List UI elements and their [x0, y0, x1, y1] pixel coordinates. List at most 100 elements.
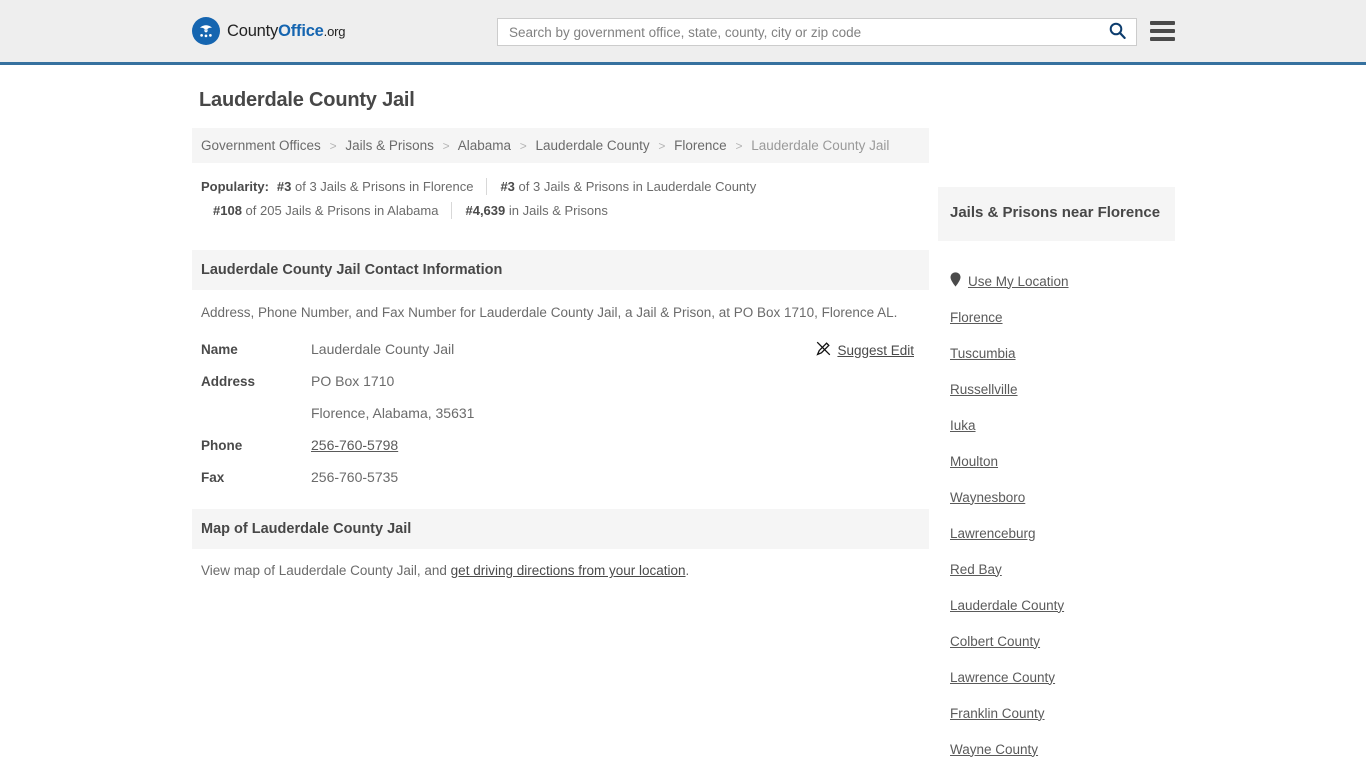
search-icon [1109, 22, 1126, 42]
search-bar [497, 18, 1137, 46]
sidebar-item-lawrence-county[interactable]: Lawrence County [950, 659, 1163, 695]
breadcrumb-separator-icon: > [735, 139, 743, 153]
logo-text-county: County [227, 21, 279, 40]
sidebar-link-iuka[interactable]: Iuka [950, 418, 976, 433]
popularity-stat-national: #4,639 in Jails & Prisons [465, 199, 607, 222]
popularity-text: of 3 Jails & Prisons in Lauderdale Count… [514, 179, 757, 194]
sidebar-item-franklin-county[interactable]: Franklin County [950, 695, 1163, 731]
detail-key: Address [201, 374, 256, 389]
popularity-stat-lauderdale-county: #3 of 3 Jails & Prisons in Lauderdale Co… [500, 175, 756, 198]
sidebar-item-colbert-county[interactable]: Colbert County [950, 623, 1163, 659]
map-section-text: View map of Lauderdale County Jail, and … [201, 563, 920, 578]
detail-row-address: Address PO Box 1710 [201, 373, 920, 389]
popularity-label: Popularity: [201, 179, 269, 194]
breadcrumb-item-government-offices[interactable]: Government Offices [201, 138, 321, 153]
sidebar-item-red-bay[interactable]: Red Bay [950, 551, 1163, 587]
sidebar-link-moulton[interactable]: Moulton [950, 454, 998, 469]
sidebar-link-lawrenceburg[interactable]: Lawrenceburg [950, 526, 1036, 541]
sidebar-link-waynesboro[interactable]: Waynesboro [950, 490, 1025, 505]
sidebar-item-moulton[interactable]: Moulton [950, 443, 1163, 479]
contact-section-body: Address, Phone Number, and Fax Number fo… [192, 290, 929, 485]
sidebar-link-lauderdale-county[interactable]: Lauderdale County [950, 598, 1064, 613]
breadcrumb-separator-icon: > [658, 139, 666, 153]
sidebar-item-lawrenceburg[interactable]: Lawrenceburg [950, 515, 1163, 551]
popularity-divider [486, 178, 488, 195]
logo-wordmark: CountyOffice.org [227, 22, 345, 41]
breadcrumb-item-jails-prisons[interactable]: Jails & Prisons [345, 138, 434, 153]
map-pin-icon [950, 272, 961, 290]
popularity-row-1: Popularity: #3 of 3 Jails & Prisons in F… [201, 175, 920, 198]
sidebar-link-red-bay[interactable]: Red Bay [950, 562, 1002, 577]
detail-value-name: Lauderdale County Jail [311, 341, 455, 357]
breadcrumb-item-current: Lauderdale County Jail [751, 138, 890, 153]
detail-value-address-line1: PO Box 1710 [311, 373, 395, 389]
logo-text-org: .org [323, 23, 346, 39]
detail-row-address-line2: Florence, Alabama, 35631 [201, 405, 920, 421]
site-logo[interactable]: CountyOffice.org [192, 17, 345, 45]
page-title: Lauderdale County Jail [199, 89, 415, 111]
phone-link[interactable]: 256-760-5798 [311, 437, 398, 453]
contact-detail-table: Suggest Edit Name Lauderdale County Jail… [201, 341, 920, 485]
contact-section-heading: Lauderdale County Jail Contact Informati… [192, 250, 929, 290]
popularity-divider [451, 202, 453, 219]
sidebar-link-use-my-location[interactable]: Use My Location [968, 274, 1069, 289]
main-content: Lauderdale County Jail Government Office… [192, 65, 929, 767]
contact-section-description: Address, Phone Number, and Fax Number fo… [201, 305, 898, 320]
detail-row-fax: Fax 256-760-5735 [201, 469, 920, 485]
popularity-text: of 205 Jails & Prisons in Alabama [241, 203, 439, 218]
sidebar-link-tuscumbia[interactable]: Tuscumbia [950, 346, 1016, 361]
breadcrumb-item-alabama[interactable]: Alabama [458, 138, 511, 153]
sidebar-link-wayne-county[interactable]: Wayne County [950, 742, 1038, 757]
sidebar-item-russellville[interactable]: Russellville [950, 371, 1163, 407]
breadcrumb: Government Offices > Jails & Prisons > A… [192, 128, 929, 163]
hamburger-bar [1150, 37, 1175, 41]
popularity-rank: #4,639 [465, 203, 506, 218]
sidebar-nearby-list: Use My Location Florence Tuscumbia Russe… [938, 263, 1175, 767]
popularity-text: of 3 Jails & Prisons in Florence [291, 179, 474, 194]
sidebar-link-colbert-county[interactable]: Colbert County [950, 634, 1040, 649]
sidebar-item-tuscumbia[interactable]: Tuscumbia [950, 335, 1163, 371]
map-section-heading: Map of Lauderdale County Jail [192, 509, 929, 549]
breadcrumb-separator-icon: > [442, 139, 450, 153]
search-input[interactable] [498, 19, 1098, 45]
suggest-edit-button[interactable]: Suggest Edit [816, 341, 914, 359]
popularity-rank: #108 [213, 203, 242, 218]
sidebar-heading: Jails & Prisons near Florence [938, 187, 1175, 241]
popularity-stat-florence: #3 of 3 Jails & Prisons in Florence [277, 175, 474, 198]
sidebar-item-florence[interactable]: Florence [950, 299, 1163, 335]
sidebar-item-lauderdale-county[interactable]: Lauderdale County [950, 587, 1163, 623]
detail-row-name: Name Lauderdale County Jail [201, 341, 920, 357]
popularity-stat-alabama: #108 of 205 Jails & Prisons in Alabama [213, 199, 438, 222]
popularity-row-2: #108 of 205 Jails & Prisons in Alabama #… [201, 199, 920, 222]
sidebar-item-wayne-county[interactable]: Wayne County [950, 731, 1163, 767]
breadcrumb-separator-icon: > [329, 139, 337, 153]
logo-text-office: Office [278, 21, 324, 40]
sidebar-link-lawrence-county[interactable]: Lawrence County [950, 670, 1055, 685]
sidebar-item-use-my-location[interactable]: Use My Location [950, 263, 1163, 299]
driving-directions-link[interactable]: get driving directions from your locatio… [451, 563, 686, 578]
pencil-edit-icon [816, 341, 831, 359]
detail-row-phone: Phone 256-760-5798 [201, 437, 920, 453]
detail-value-address-line2: Florence, Alabama, 35631 [311, 405, 475, 421]
site-header: CountyOffice.org [0, 0, 1366, 65]
detail-key: Fax [201, 470, 225, 485]
breadcrumb-item-florence[interactable]: Florence [674, 138, 727, 153]
sidebar: Jails & Prisons near Florence Use My Loc… [938, 65, 1175, 767]
breadcrumb-item-lauderdale-county[interactable]: Lauderdale County [536, 138, 650, 153]
detail-key: Phone [201, 438, 243, 453]
hamburger-bar [1150, 29, 1175, 33]
sidebar-item-waynesboro[interactable]: Waynesboro [950, 479, 1163, 515]
eagle-seal-icon [192, 17, 220, 45]
hamburger-bar [1150, 21, 1175, 25]
hamburger-menu-icon[interactable] [1150, 21, 1175, 41]
map-section-body: View map of Lauderdale County Jail, and … [192, 549, 929, 578]
map-text-before: View map of Lauderdale County Jail, and [201, 563, 451, 578]
sidebar-link-russellville[interactable]: Russellville [950, 382, 1018, 397]
detail-key: Name [201, 342, 238, 357]
sidebar-item-iuka[interactable]: Iuka [950, 407, 1163, 443]
sidebar-link-florence[interactable]: Florence [950, 310, 1003, 325]
search-button[interactable] [1098, 19, 1136, 45]
suggest-edit-label: Suggest Edit [837, 342, 914, 358]
sidebar-link-franklin-county[interactable]: Franklin County [950, 706, 1045, 721]
page-container: Lauderdale County Jail Government Office… [0, 65, 1366, 767]
